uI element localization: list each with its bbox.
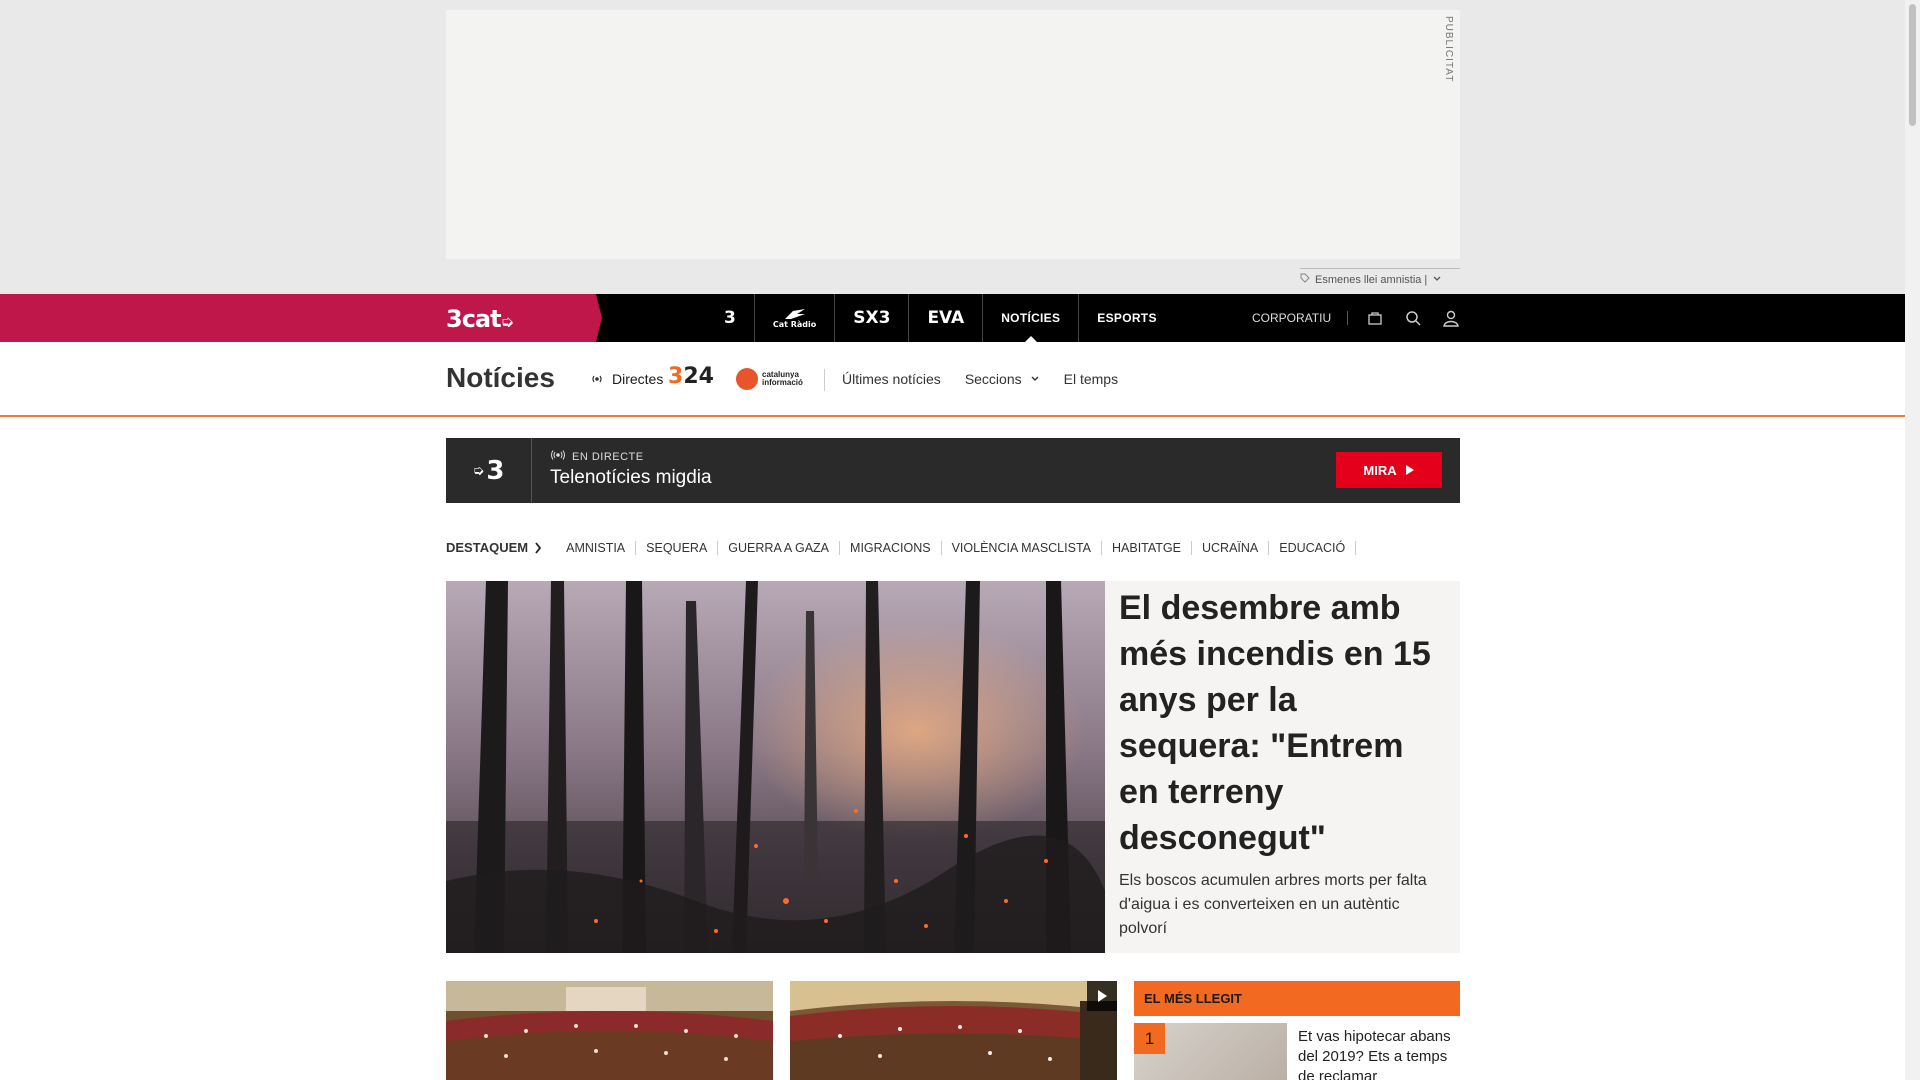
live-channel-label: 3 xyxy=(486,455,505,486)
broadcast-icon xyxy=(550,450,566,463)
live-info: EN DIRECTE Telenotícies migdia xyxy=(532,438,730,503)
video-badge xyxy=(1087,981,1117,1011)
channel-esports[interactable]: ESPORTS xyxy=(1078,294,1174,342)
link-ultimes-noticies[interactable]: Últimes notícies xyxy=(842,371,941,387)
hero-title[interactable]: El desembre amb més incendis en 15 anys … xyxy=(1119,585,1446,861)
chevron-down-icon xyxy=(1031,376,1039,381)
chevron-right-icon xyxy=(535,541,542,554)
highlight-guerra-gaza[interactable]: GUERRA A GAZA xyxy=(718,540,841,555)
most-read-header: EL MÉS LLEGIT xyxy=(1134,981,1460,1016)
play-icon xyxy=(1098,990,1107,1002)
logo-324-twentyfour: 24 xyxy=(683,364,714,389)
ad-topic-tag[interactable]: Esmenes llei amnistia | xyxy=(1300,273,1442,286)
scrollbar[interactable] xyxy=(1905,0,1920,1080)
tag-icon xyxy=(1300,273,1310,286)
ad-area: PUBLICITAT Esmenes llei amnistia | xyxy=(0,0,1905,294)
live-kicker: EN DIRECTE xyxy=(550,450,712,463)
hero-text: El desembre amb més incendis en 15 anys … xyxy=(1105,581,1460,953)
hero-image[interactable] xyxy=(446,581,1105,953)
channel-sx3-label: SX3 xyxy=(853,308,891,328)
channel-list: 3 Cat Ràdio SX3 EVA NOTÍCIES ESPORTS xyxy=(706,294,1175,342)
scrollbar-thumb[interactable] xyxy=(1909,4,1916,126)
play-icon xyxy=(1405,465,1414,475)
highlight-migracions[interactable]: MIGRACIONS xyxy=(840,540,942,555)
highlight-amnistia[interactable]: AMNISTIA xyxy=(556,540,637,555)
ad-tag-label: Esmenes llei amnistia | xyxy=(1315,273,1428,286)
live-link-label: Directes xyxy=(612,371,664,387)
page-title[interactable]: Notícies xyxy=(446,362,555,394)
channel-noticies[interactable]: NOTÍCIES xyxy=(983,294,1078,342)
highlight-ucraina[interactable]: UCRAÏNA xyxy=(1192,540,1270,555)
live-banner[interactable]: ➭ 3 EN DIRECTE Telenotícies migdia MIRA xyxy=(446,438,1460,503)
channel-sx3[interactable]: SX3 xyxy=(835,294,910,342)
logo-324[interactable]: 324 xyxy=(668,364,714,389)
live-link[interactable]: Directes xyxy=(590,371,663,387)
live-title[interactable]: Telenotícies migdia xyxy=(550,467,712,489)
most-read: EL MÉS LLEGIT 1 Et vas hipotecar abans d… xyxy=(1134,981,1460,1080)
ci-logo-icon xyxy=(736,368,758,390)
section-divider xyxy=(824,369,825,391)
hero-article[interactable]: El desembre amb més incendis en 15 anys … xyxy=(446,581,1460,953)
channel-tv3-label: 3 xyxy=(724,308,736,328)
highlight-violencia-masclista[interactable]: VIOLÈNCIA MASCLISTA xyxy=(942,540,1102,555)
highlights-label[interactable]: DESTAQUEM xyxy=(446,540,542,555)
live-channel-logo: ➭ 3 xyxy=(446,438,532,503)
highlights-label-text: DESTAQUEM xyxy=(446,540,529,555)
logo-324-three: 3 xyxy=(668,364,684,389)
highlight-sequera[interactable]: SEQUERA xyxy=(636,540,719,555)
ad-divider xyxy=(1300,268,1460,269)
ad-label: PUBLICITAT xyxy=(1443,16,1454,83)
highlight-habitatge[interactable]: HABITATGE xyxy=(1102,540,1192,555)
channel-catradio[interactable]: Cat Ràdio xyxy=(755,294,836,342)
link-el-temps[interactable]: El temps xyxy=(1064,371,1118,387)
top-nav: 3cat➭ 3 Cat Ràdio SX3 EVA NOTÍCIES ESPOR… xyxy=(0,294,1905,342)
brand-name: 3cat xyxy=(446,305,502,333)
logo-catalunya-informacio[interactable]: catalunya informació xyxy=(736,368,816,390)
channel-eva[interactable]: EVA xyxy=(909,294,984,342)
most-read-item[interactable]: 1 Et vas hipotecar abans del 2019? Ets a… xyxy=(1134,1023,1460,1080)
channel-eva-label: EVA xyxy=(927,308,965,328)
highlights-bar: DESTAQUEM AMNISTIA SEQUERA GUERRA A GAZA… xyxy=(446,540,1357,555)
channel-esports-label: ESPORTS xyxy=(1097,311,1157,325)
live-kicker-label: EN DIRECTE xyxy=(572,450,644,463)
watch-button[interactable]: MIRA xyxy=(1336,452,1442,488)
article-card-parliament-2[interactable] xyxy=(790,981,1117,1080)
highlight-educacio[interactable]: EDUCACIÓ xyxy=(1269,540,1357,555)
brand-logo[interactable]: 3cat➭ xyxy=(446,305,514,333)
broadcast-icon xyxy=(590,371,604,387)
most-read-title[interactable]: Et vas hipotecar abans del 2019? Ets a t… xyxy=(1298,1027,1458,1080)
chevron-down-icon xyxy=(1432,274,1442,286)
shop-icon[interactable] xyxy=(1356,294,1394,342)
search-icon[interactable] xyxy=(1394,294,1432,342)
corporate-link[interactable]: CORPORATIU xyxy=(1252,311,1349,325)
section-header: Notícies Directes 324 catalunya informac… xyxy=(0,342,1905,417)
page: PUBLICITAT Esmenes llei amnistia | 3cat➭… xyxy=(0,0,1905,1080)
top-nav-right: CORPORATIU xyxy=(1252,294,1470,342)
channel-tv3[interactable]: 3 xyxy=(706,294,755,342)
catradio-logo-icon xyxy=(784,308,805,319)
watch-button-label: MIRA xyxy=(1363,462,1397,478)
article-card-parliament-1[interactable] xyxy=(446,981,773,1080)
channel-catradio-label: Cat Ràdio xyxy=(772,319,817,329)
hero-subtitle: Els boscos acumulen arbres morts per fal… xyxy=(1119,872,1427,937)
link-seccions[interactable]: Seccions xyxy=(965,371,1040,387)
most-read-rank: 1 xyxy=(1134,1023,1165,1054)
user-icon[interactable] xyxy=(1432,294,1470,342)
channel-noticies-label: NOTÍCIES xyxy=(1001,311,1061,325)
ad-banner[interactable]: PUBLICITAT xyxy=(446,10,1460,259)
section-links: Últimes notícies Seccions El temps xyxy=(842,371,1118,387)
ci-logo-text: catalunya informació xyxy=(762,370,803,387)
link-seccions-label: Seccions xyxy=(964,371,1022,387)
